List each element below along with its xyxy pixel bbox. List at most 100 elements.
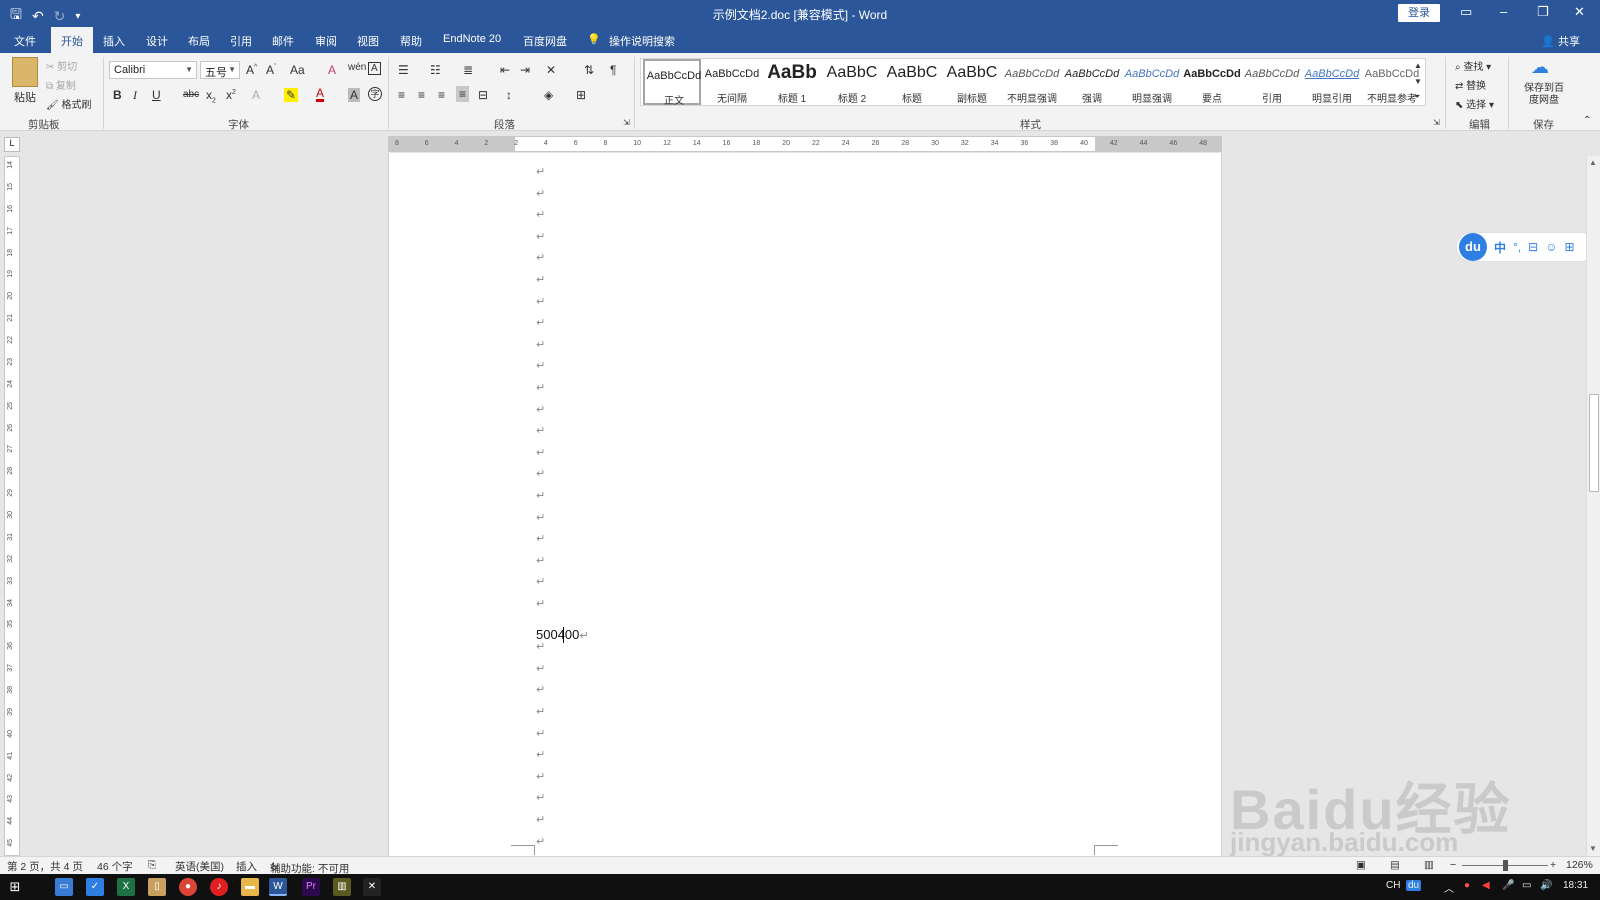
clear-formatting-icon[interactable]: A	[328, 63, 336, 77]
increase-indent-icon[interactable]: ⇥	[520, 63, 530, 77]
tab-design[interactable]: 设计	[146, 33, 168, 49]
save-to-baidu-button[interactable]: 保存到百度网盘	[1522, 83, 1566, 107]
tab-review[interactable]: 审阅	[315, 33, 337, 49]
tab-layout[interactable]: 布局	[188, 33, 210, 49]
tab-insert[interactable]: 插入	[103, 33, 125, 49]
clock[interactable]: 18:31	[1563, 880, 1588, 891]
chinese-layout-icon[interactable]: ✕	[546, 63, 556, 77]
scroll-up-icon[interactable]: ▲	[1589, 158, 1597, 167]
baidu-cloud-icon[interactable]: ☁	[1531, 57, 1549, 78]
gallery-down-icon[interactable]: ▼	[1414, 77, 1422, 86]
font-name-combo[interactable]: Calibri ▼	[109, 61, 197, 79]
font-size-combo[interactable]: 五号 ▼	[200, 61, 240, 79]
scroll-thumb[interactable]	[1589, 394, 1599, 492]
line-spacing-icon[interactable]: ↕	[506, 88, 512, 102]
style-subtle-emphasis[interactable]: AaBbCcDd 不明显强调	[1003, 59, 1061, 105]
tab-baidu-pan[interactable]: 百度网盘	[523, 33, 567, 49]
explorer-icon[interactable]: ▯	[148, 878, 166, 896]
format-painter-button[interactable]: 🖌 格式刷	[46, 96, 91, 111]
web-layout-icon[interactable]: ▥	[1424, 859, 1434, 871]
collapse-ribbon-icon[interactable]: ⌃	[1583, 115, 1591, 126]
show-marks-icon[interactable]: ¶	[610, 63, 616, 77]
ribbon-display-icon[interactable]: ▭	[1460, 4, 1472, 20]
word-count[interactable]: 46 个字	[97, 859, 133, 874]
close-button[interactable]: ✕	[1574, 4, 1585, 20]
style-strong[interactable]: AaBbCcDd 要点	[1183, 59, 1241, 105]
netease-music-icon[interactable]: ♪	[210, 878, 228, 896]
tray-app-icon[interactable]: ●	[1464, 880, 1470, 891]
character-shading-icon[interactable]: A	[348, 88, 361, 102]
paragraph-launcher-icon[interactable]: ⇲	[623, 118, 630, 127]
align-right-icon[interactable]: ≡	[438, 88, 445, 102]
login-button[interactable]: 登录	[1398, 4, 1440, 22]
tab-references[interactable]: 引用	[230, 33, 252, 49]
subscript-icon[interactable]: x2	[206, 88, 216, 104]
style-intense-emphasis[interactable]: AaBbCcDd 明显强调	[1123, 59, 1181, 105]
zoom-slider-knob[interactable]	[1503, 860, 1508, 871]
horizontal-ruler[interactable]: 8 6 4 2 2 4 6 8 10 12 14 16 18 20 22 24 26 28 30 32 34 36 38 40…	[388, 136, 1222, 152]
microphone-icon[interactable]: 🎤	[1502, 880, 1514, 891]
app-icon-2[interactable]: ✕	[363, 878, 381, 896]
tell-me-search[interactable]: 操作说明搜索	[609, 33, 675, 49]
language-status[interactable]: 英语(美国)	[175, 859, 224, 874]
paste-button[interactable]: 粘贴	[14, 89, 36, 105]
multilevel-list-icon[interactable]: ≣	[463, 63, 473, 77]
zoom-out-icon[interactable]: −	[1450, 859, 1456, 871]
borders-icon[interactable]: ⊞	[576, 88, 586, 102]
gallery-more-icon[interactable]: ⏷	[1414, 92, 1420, 102]
proofing-icon[interactable]: ⎘	[148, 859, 156, 872]
premiere-icon[interactable]: Pr	[302, 878, 320, 896]
read-mode-icon[interactable]: ▣	[1356, 859, 1366, 871]
tray-chevron-icon[interactable]: ︿	[1444, 880, 1454, 895]
restore-button[interactable]: ❐	[1537, 4, 1549, 20]
style-subtle-reference[interactable]: AaBbCcDd 不明显参考	[1363, 59, 1419, 105]
change-case-icon[interactable]: Aa	[290, 63, 305, 77]
shading-icon[interactable]: ◈	[544, 88, 553, 102]
gallery-up-icon[interactable]: ▲	[1414, 61, 1422, 70]
zoom-in-icon[interactable]: +	[1550, 859, 1556, 871]
align-center-icon[interactable]: ≡	[418, 88, 425, 102]
numbering-icon[interactable]: ☷	[430, 63, 441, 77]
copy-button[interactable]: ⧉ 复制	[46, 77, 76, 92]
align-left-icon[interactable]: ≡	[398, 88, 405, 102]
chrome-icon[interactable]: ●	[179, 878, 197, 896]
ime-indicator[interactable]: CH	[1386, 880, 1400, 891]
paste-icon[interactable]	[12, 57, 38, 87]
underline-icon[interactable]: U	[152, 88, 161, 102]
tab-view[interactable]: 视图	[357, 33, 379, 49]
style-subtitle[interactable]: AaBbC 副标题	[943, 59, 1001, 105]
tab-home[interactable]: 开始	[51, 27, 93, 53]
cut-button[interactable]: ✂ 剪切	[46, 58, 77, 73]
superscript-icon[interactable]: x2	[226, 88, 236, 102]
tab-endnote[interactable]: EndNote 20	[443, 33, 501, 45]
style-intense-quote[interactable]: AaBbCcDd 明显引用	[1303, 59, 1361, 105]
punctuation-icon[interactable]: °,	[1513, 240, 1521, 254]
scroll-down-icon[interactable]: ▼	[1589, 844, 1597, 853]
bullets-icon[interactable]: ☰	[398, 63, 409, 77]
tab-selector[interactable]: L	[4, 137, 20, 152]
highlight-icon[interactable]: ✎	[284, 88, 299, 102]
style-heading-2[interactable]: AaBbC 标题 2	[823, 59, 881, 105]
word-icon[interactable]: W	[269, 878, 287, 896]
style-title[interactable]: AaBbC 标题	[883, 59, 941, 105]
app-icon[interactable]: ✓	[86, 878, 104, 896]
baidu-ime-tray-icon[interactable]: du	[1406, 880, 1422, 891]
tray-volume-alert-icon[interactable]: ◀	[1482, 880, 1490, 891]
speaker-icon[interactable]: 🔊	[1540, 880, 1552, 891]
vertical-scrollbar[interactable]: ▲ ▼	[1586, 156, 1600, 856]
taskview-icon[interactable]: ▭	[55, 878, 73, 896]
capture-icon[interactable]: ▥	[333, 878, 351, 896]
style-no-spacing[interactable]: AaBbCcDd 无间隔	[703, 59, 761, 105]
share-button[interactable]: 👤 共享	[1541, 33, 1580, 49]
justify-icon[interactable]: ≡	[456, 86, 470, 102]
page-count[interactable]: 第 2 页，共 4 页	[7, 859, 83, 874]
italic-icon[interactable]: I	[133, 88, 137, 103]
insert-mode[interactable]: 插入	[236, 859, 257, 874]
grid-menu-icon[interactable]: ⊞	[1564, 240, 1574, 254]
shrink-font-icon[interactable]: Aˇ	[266, 63, 276, 77]
minimize-button[interactable]: –	[1500, 4, 1507, 19]
text-effects-icon[interactable]: A	[252, 88, 260, 102]
style-heading-1[interactable]: AaBb 标题 1	[763, 59, 821, 105]
vertical-ruler[interactable]: 14 15 16 17 18 19 20 21 22 23 24 25 26 27 28 29 30 31 32 33…	[4, 156, 20, 856]
tab-mailings[interactable]: 邮件	[272, 33, 294, 49]
